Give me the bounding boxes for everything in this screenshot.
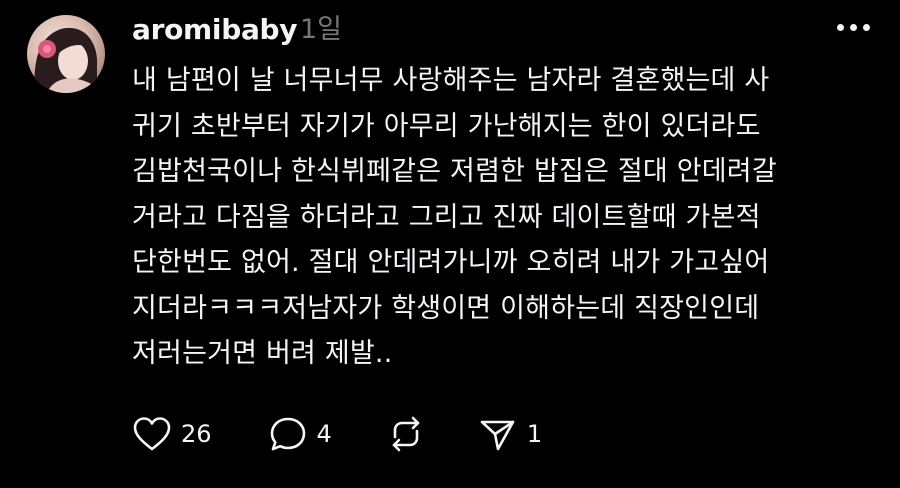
post-text-line: 지더라ㅋㅋㅋ저남자가 학생이면 이해하는데 직장인인데 [132, 292, 760, 324]
dot [863, 24, 870, 31]
avatar[interactable] [27, 15, 105, 93]
post-text-line: 김밥천국이나 한식뷔페같은 저렴한 밥집은 절대 안데려갈 [132, 156, 777, 187]
heart-icon [132, 415, 172, 453]
dot [850, 24, 857, 31]
dot [837, 24, 844, 31]
more-options-icon[interactable] [837, 24, 870, 31]
post-text-line: 단한번도 없어. 절대 안데려가니까 오히려 내가 가고싶어 [132, 247, 770, 278]
like-button[interactable]: 26 [132, 412, 212, 456]
post-text-line: 저러는거면 버려 제발.. [132, 338, 393, 369]
share-count: 1 [526, 420, 543, 448]
post-text-line: 거라고 다짐을 하더라고 그리고 진짜 데이트할때 가본적 [132, 201, 761, 233]
username[interactable]: aromibaby [132, 12, 298, 48]
reply-count: 4 [316, 420, 332, 448]
action-bar: 26 4 1 [132, 412, 542, 456]
send-icon [478, 415, 518, 453]
repost-button[interactable] [386, 412, 426, 456]
repost-icon [386, 415, 426, 453]
share-button[interactable]: 1 [478, 412, 542, 456]
reply-button[interactable]: 4 [268, 412, 332, 456]
post-time: 1일 [300, 14, 343, 45]
post-text-line: 귀기 초반부터 자기가 아무리 가난해지는 한이 있더라도 [132, 110, 761, 142]
comment-bubble-icon [268, 415, 308, 453]
post-text-line: 내 남편이 날 너무너무 사랑해주는 남자라 결혼했는데 사 [132, 65, 770, 96]
like-count: 26 [181, 420, 212, 448]
avatar-image [34, 27, 101, 93]
post-text: 내 남편이 날 너무너무 사랑해주는 남자라 결혼했는데 사 귀기 초반부터 자… [132, 58, 872, 377]
